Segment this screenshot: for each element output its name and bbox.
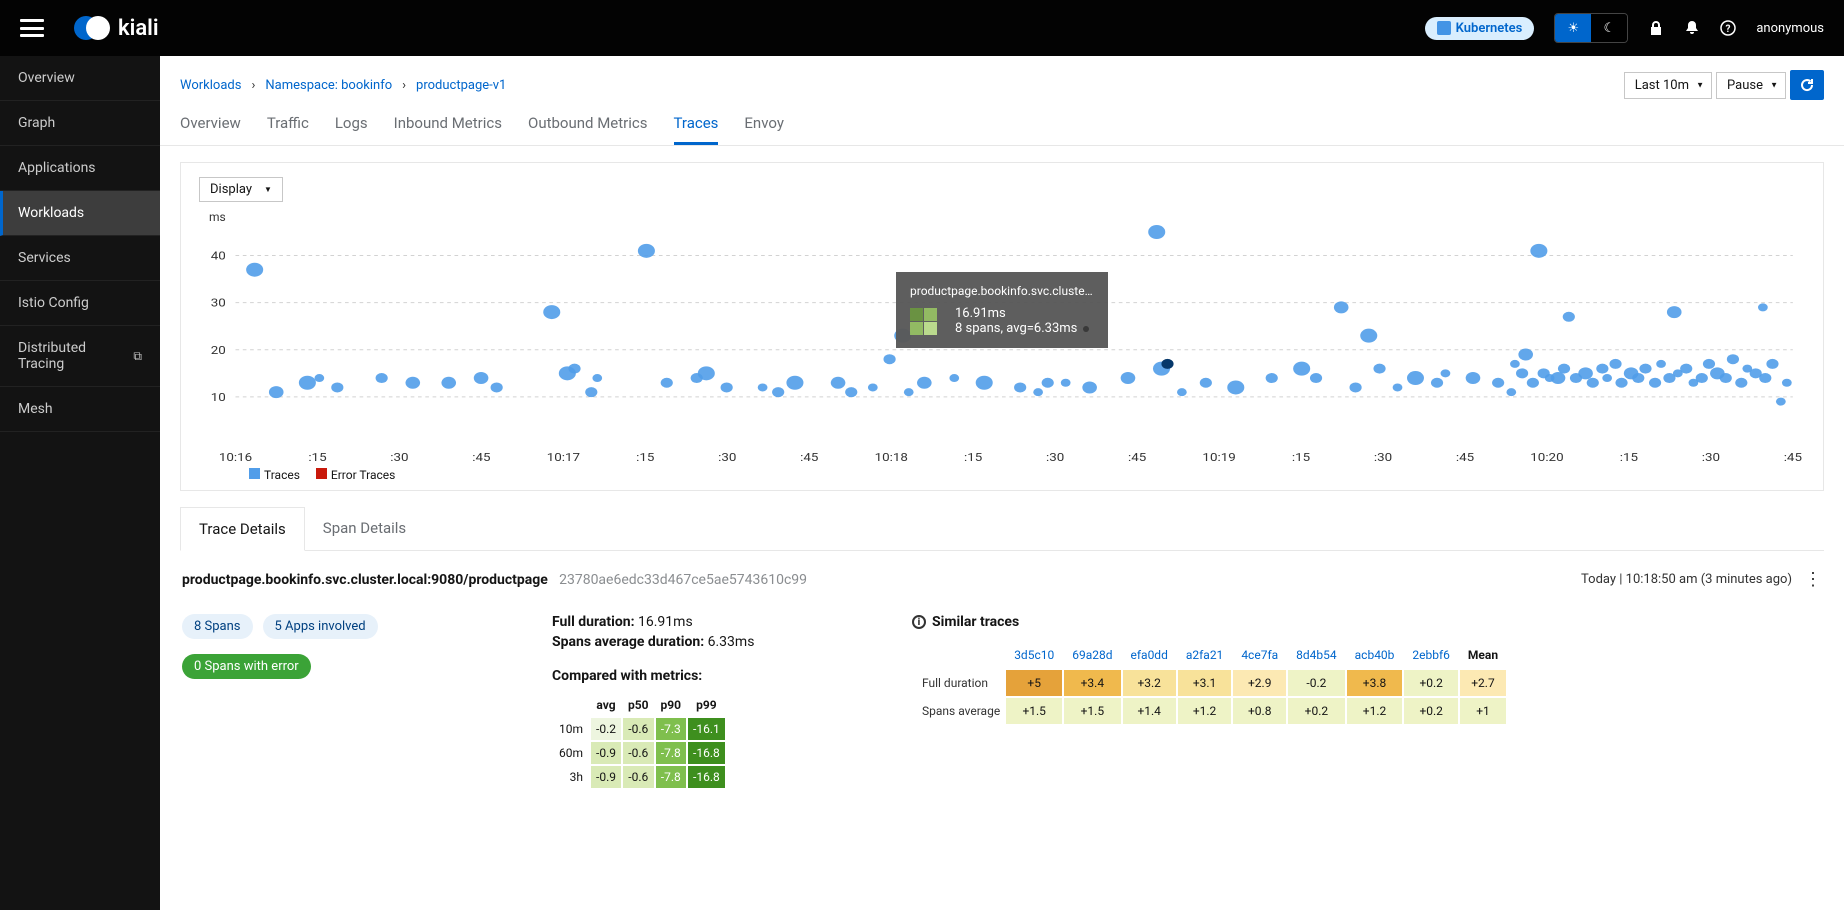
trace-id: 23780ae6edc33d467ce5ae5743610c99 [559,572,807,588]
breadcrumb: Workloads›Namespace: bookinfo›productpag… [180,78,506,93]
bell-icon[interactable] [1684,20,1700,36]
spans-badge: 8 Spans [182,614,253,639]
tab-logs[interactable]: Logs [335,114,368,145]
sidebar-item-istio-config[interactable]: Istio Config [0,281,160,326]
svg-text:10: 10 [211,391,226,404]
tooltip-title: productpage.bookinfo.svc.cluster.local:.… [910,284,1094,298]
tab-overview[interactable]: Overview [180,114,241,145]
svg-text:10:18: 10:18 [875,451,908,464]
compared-title: Compared with metrics: [552,668,852,684]
sidebar: OverviewGraphApplicationsWorkloadsServic… [0,56,160,910]
svg-text::15: :15 [964,451,982,464]
svg-text:10:17: 10:17 [547,451,580,464]
similar-traces-title: iSimilar traces [912,614,1508,630]
dark-theme-button[interactable]: ☾ [1591,14,1627,42]
sidebar-item-distributed-tracing[interactable]: Distributed Tracing⧉ [0,326,160,387]
external-link-icon: ⧉ [133,349,142,364]
svg-text::15: :15 [1292,451,1310,464]
time-range-dropdown[interactable]: Last 10m [1624,72,1712,99]
svg-text::30: :30 [390,451,408,464]
tab-envoy[interactable]: Envoy [744,114,784,145]
svg-text:10:20: 10:20 [1530,451,1563,464]
sidebar-item-mesh[interactable]: Mesh [0,387,160,432]
page-tabs: Overview Traffic Logs Inbound Metrics Outbou… [160,100,1844,146]
detail-tabs: Trace DetailsSpan Details [180,507,1824,551]
apps-badge: 5 Apps involved [263,614,378,639]
tab-traffic[interactable]: Traffic [267,114,309,145]
logo[interactable]: kiali [74,15,159,41]
hamburger-menu[interactable] [20,19,44,37]
product-name: kiali [118,16,159,41]
trace-title: productpage.bookinfo.svc.cluster.local:9… [182,572,548,588]
y-axis-label: ms [209,210,1805,224]
kebab-menu[interactable]: ⋮ [1804,569,1822,590]
svg-text::15: :15 [636,451,654,464]
sidebar-item-graph[interactable]: Graph [0,101,160,146]
svg-text::45: :45 [1128,451,1146,464]
svg-text:10:19: 10:19 [1202,451,1235,464]
cluster-pill[interactable]: Kubernetes [1425,17,1535,40]
sidebar-item-applications[interactable]: Applications [0,146,160,191]
svg-text:?: ? [1726,24,1731,35]
refresh-button[interactable] [1790,70,1824,100]
theme-toggle[interactable]: ☀ ☾ [1554,13,1628,43]
chart-tooltip: productpage.bookinfo.svc.cluster.local:.… [896,272,1108,348]
tab-inbound-metrics[interactable]: Inbound Metrics [394,114,502,145]
similar-traces-table: 3d5c1069a28defa0dda2fa214ce7fa8d4b54acb4… [912,640,1508,726]
chart-legend: Traces Error Traces [199,468,1805,482]
tooltip-spans: 8 spans, avg=6.33ms [955,321,1089,336]
svg-text:10:16: 10:16 [219,451,252,464]
display-dropdown[interactable]: Display▼ [199,177,283,202]
breadcrumb-item[interactable]: Namespace: bookinfo [265,78,392,93]
pause-dropdown[interactable]: Pause [1716,72,1786,99]
user-label[interactable]: anonymous [1756,21,1824,36]
help-icon[interactable]: ? [1720,20,1736,36]
breadcrumb-item[interactable]: Workloads [180,78,241,93]
traces-chart-card: Display▼ ms 10 20 30 40 10:16 :15 :30 :45 10:17:… [180,162,1824,491]
compared-metrics-table: avgp50p90p9910m-0.2-0.6-7.3-16.160m-0.9-… [552,692,727,790]
svg-text::45: :45 [1784,451,1802,464]
sidebar-item-workloads[interactable]: Workloads [0,191,160,236]
subtab-trace-details[interactable]: Trace Details [180,507,305,551]
svg-text::45: :45 [472,451,490,464]
error-spans-badge: 0 Spans with error [182,654,311,679]
svg-text::30: :30 [1374,451,1392,464]
light-theme-button[interactable]: ☀ [1555,14,1591,42]
breadcrumb-item[interactable]: productpage-v1 [416,78,506,93]
k8s-icon [1437,21,1451,35]
svg-text::15: :15 [308,451,326,464]
svg-text::15: :15 [1620,451,1638,464]
subtab-span-details[interactable]: Span Details [305,507,424,550]
svg-text:40: 40 [211,250,226,263]
trace-timestamp: Today | 10:18:50 am (3 minutes ago) [1581,572,1792,587]
refresh-icon [1799,77,1815,93]
sidebar-item-services[interactable]: Services [0,236,160,281]
svg-text:30: 30 [211,297,226,310]
info-icon: i [912,615,926,629]
tab-traces[interactable]: Traces [674,114,719,145]
tooltip-heatmap-icon [910,308,937,335]
sidebar-item-overview[interactable]: Overview [0,56,160,101]
svg-text::45: :45 [1456,451,1474,464]
lock-icon[interactable] [1648,20,1664,36]
tooltip-duration: 16.91ms [955,306,1089,321]
svg-text::30: :30 [1046,451,1064,464]
svg-text:20: 20 [211,344,226,357]
tab-outbound-metrics[interactable]: Outbound Metrics [528,114,648,145]
svg-text::30: :30 [718,451,736,464]
svg-text::45: :45 [800,451,818,464]
svg-text::30: :30 [1702,451,1720,464]
